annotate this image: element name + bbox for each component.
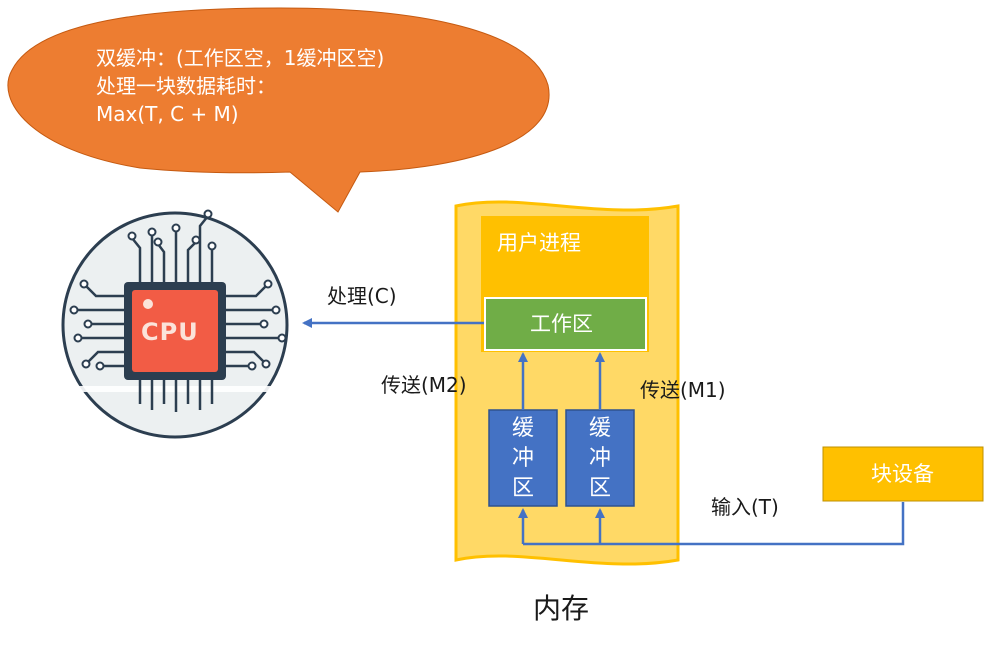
bubble-line-1: 双缓冲：(工作区空，1缓冲区空) <box>96 46 385 70</box>
bubble-line-3: Max(T, C + M) <box>96 102 239 126</box>
input-label: 输入(T) <box>711 495 779 519</box>
bubble-line-2: 处理一块数据耗时： <box>96 74 276 98</box>
buffer-2-label: 缓冲区 <box>589 416 612 501</box>
bubble-text: 双缓冲：(工作区空，1缓冲区空) 处理一块数据耗时： Max(T, C + M) <box>96 44 384 128</box>
work-area-label: 工作区 <box>530 312 593 336</box>
cpu-label: CPU <box>141 318 199 346</box>
transfer-m1-label: 传送(M1) <box>640 378 726 402</box>
user-process-label: 用户进程 <box>497 231 581 255</box>
buffer-1-label: 缓冲区 <box>512 416 535 501</box>
process-label: 处理(C) <box>327 284 397 308</box>
block-device-label: 块设备 <box>871 462 934 486</box>
memory-caption: 内存 <box>533 592 590 625</box>
transfer-m2-label: 传送(M2) <box>381 373 467 397</box>
